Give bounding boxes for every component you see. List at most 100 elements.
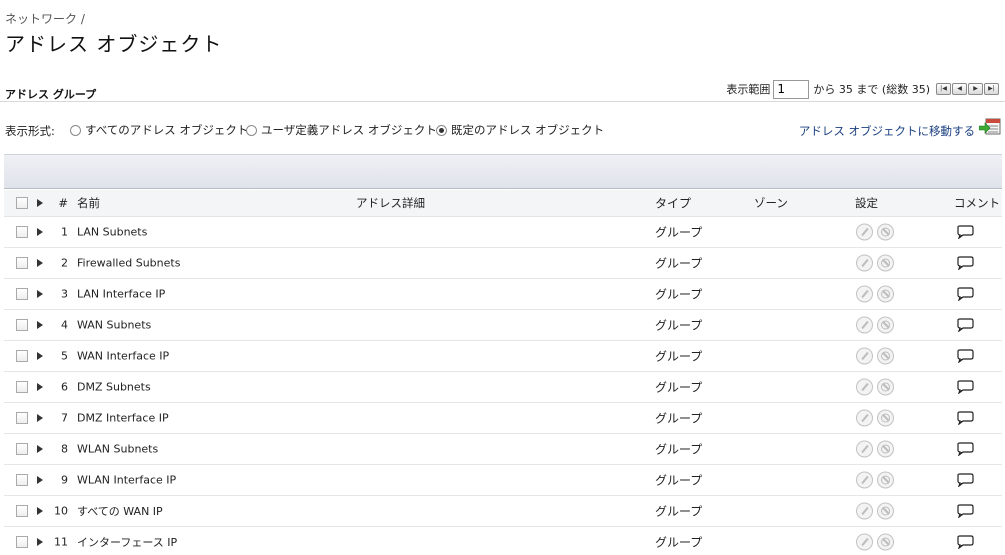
expand-arrow-icon[interactable] (37, 383, 43, 391)
delete-disabled-icon[interactable] (877, 223, 894, 241)
expand-arrow-icon[interactable] (37, 507, 43, 515)
goto-arrow-icon[interactable] (979, 118, 1001, 136)
row-checkbox[interactable] (16, 319, 28, 331)
comment-icon[interactable] (956, 473, 974, 487)
edit-icon[interactable] (856, 285, 873, 303)
row-num: 3 (61, 287, 68, 301)
row-name: WLAN Interface IP (77, 473, 177, 487)
expand-arrow-icon[interactable] (37, 290, 43, 298)
row-num: 4 (61, 318, 68, 332)
expand-arrow-icon[interactable] (37, 259, 43, 267)
breadcrumb[interactable]: ネットワーク / (5, 10, 85, 27)
view-option-all[interactable]: すべてのアドレス オブジェクト (70, 122, 248, 138)
header-address-detail[interactable]: アドレス詳細 (356, 195, 425, 211)
expand-arrow-icon[interactable] (37, 445, 43, 453)
comment-icon[interactable] (956, 287, 974, 301)
expand-arrow-icon[interactable] (37, 228, 43, 236)
table-row: 8 WLAN Subnets グループ (4, 434, 1002, 465)
header-name[interactable]: 名前 (77, 195, 100, 211)
header-type[interactable]: タイプ (655, 195, 691, 212)
view-option-default[interactable]: 既定のアドレス オブジェクト (436, 122, 604, 138)
pager-next-button[interactable]: ▶ (968, 83, 983, 95)
row-checkbox[interactable] (16, 350, 28, 362)
comment-icon[interactable] (956, 349, 974, 363)
row-settings (856, 409, 894, 427)
pager-prev-button[interactable]: ◀ (952, 83, 967, 95)
delete-disabled-icon[interactable] (877, 440, 894, 458)
section-title: アドレス グループ (5, 88, 97, 101)
comment-icon[interactable] (956, 442, 974, 456)
edit-icon[interactable] (856, 254, 873, 272)
row-settings (856, 285, 894, 303)
pager-range-label: から 35 まで (総数 35) (813, 83, 930, 96)
expand-arrow-icon[interactable] (37, 538, 43, 546)
row-num: 9 (61, 473, 68, 487)
row-name: Firewalled Subnets (77, 256, 181, 270)
row-checkbox[interactable] (16, 226, 28, 238)
row-checkbox[interactable] (16, 257, 28, 269)
header-num[interactable]: # (44, 196, 68, 210)
radio-all[interactable] (70, 124, 81, 136)
delete-disabled-icon[interactable] (877, 285, 894, 303)
edit-icon[interactable] (856, 378, 873, 396)
edit-icon[interactable] (856, 502, 873, 520)
row-name: LAN Interface IP (77, 287, 166, 301)
header-comment: コメント (954, 196, 1000, 210)
edit-icon[interactable] (856, 316, 873, 334)
row-type: グループ (655, 442, 703, 457)
delete-disabled-icon[interactable] (877, 502, 894, 520)
view-filter-bar: 表示形式: すべてのアドレス オブジェクト ユーザ定義アドレス オブジェクト 既… (0, 118, 1005, 140)
expand-arrow-icon[interactable] (37, 352, 43, 360)
row-checkbox[interactable] (16, 536, 28, 548)
goto-address-objects-link[interactable]: アドレス オブジェクトに移動する (799, 123, 975, 139)
delete-disabled-icon[interactable] (877, 378, 894, 396)
comment-icon[interactable] (956, 256, 974, 270)
row-checkbox[interactable] (16, 474, 28, 486)
comment-icon[interactable] (956, 504, 974, 518)
comment-icon[interactable] (956, 380, 974, 394)
comment-icon[interactable] (956, 411, 974, 425)
row-settings (856, 533, 894, 551)
delete-disabled-icon[interactable] (877, 347, 894, 365)
edit-icon[interactable] (856, 440, 873, 458)
edit-icon[interactable] (856, 409, 873, 427)
select-all-checkbox[interactable] (16, 197, 28, 209)
row-checkbox[interactable] (16, 505, 28, 517)
table-body: 1 LAN Subnets グループ 2 Firewalled Subnets … (4, 217, 1002, 555)
view-option-user-defined[interactable]: ユーザ定義アドレス オブジェクト (246, 122, 437, 138)
delete-disabled-icon[interactable] (877, 254, 894, 272)
row-num: 6 (61, 380, 68, 394)
row-checkbox[interactable] (16, 412, 28, 424)
edit-icon[interactable] (856, 347, 873, 365)
delete-disabled-icon[interactable] (877, 409, 894, 427)
pager-label: 表示範囲 (726, 83, 771, 96)
row-type: グループ (655, 256, 703, 271)
radio-user-defined[interactable] (246, 124, 257, 136)
radio-default[interactable] (436, 124, 447, 136)
header-zone[interactable]: ゾーン (754, 195, 788, 211)
row-num: 1 (61, 225, 68, 239)
comment-icon[interactable] (956, 318, 974, 332)
delete-disabled-icon[interactable] (877, 533, 894, 551)
expand-arrow-icon[interactable] (37, 476, 43, 484)
expand-arrow-icon[interactable] (37, 321, 43, 329)
edit-icon[interactable] (856, 471, 873, 489)
expand-all-arrow-icon[interactable] (37, 199, 43, 207)
edit-icon[interactable] (856, 533, 873, 551)
pager-first-button[interactable]: |◀ (936, 83, 951, 95)
delete-disabled-icon[interactable] (877, 471, 894, 489)
row-checkbox[interactable] (16, 443, 28, 455)
expand-arrow-icon[interactable] (37, 414, 43, 422)
comment-icon[interactable] (956, 225, 974, 239)
row-checkbox[interactable] (16, 288, 28, 300)
pager-start-input[interactable] (773, 79, 810, 99)
row-checkbox[interactable] (16, 381, 28, 393)
row-type: グループ (655, 349, 703, 364)
delete-disabled-icon[interactable] (877, 316, 894, 334)
pager-last-button[interactable]: ▶| (984, 83, 999, 95)
row-type: グループ (655, 411, 703, 426)
row-name: WLAN Subnets (77, 442, 159, 456)
edit-icon[interactable] (856, 223, 873, 241)
row-type: グループ (655, 225, 703, 240)
comment-icon[interactable] (956, 535, 974, 549)
